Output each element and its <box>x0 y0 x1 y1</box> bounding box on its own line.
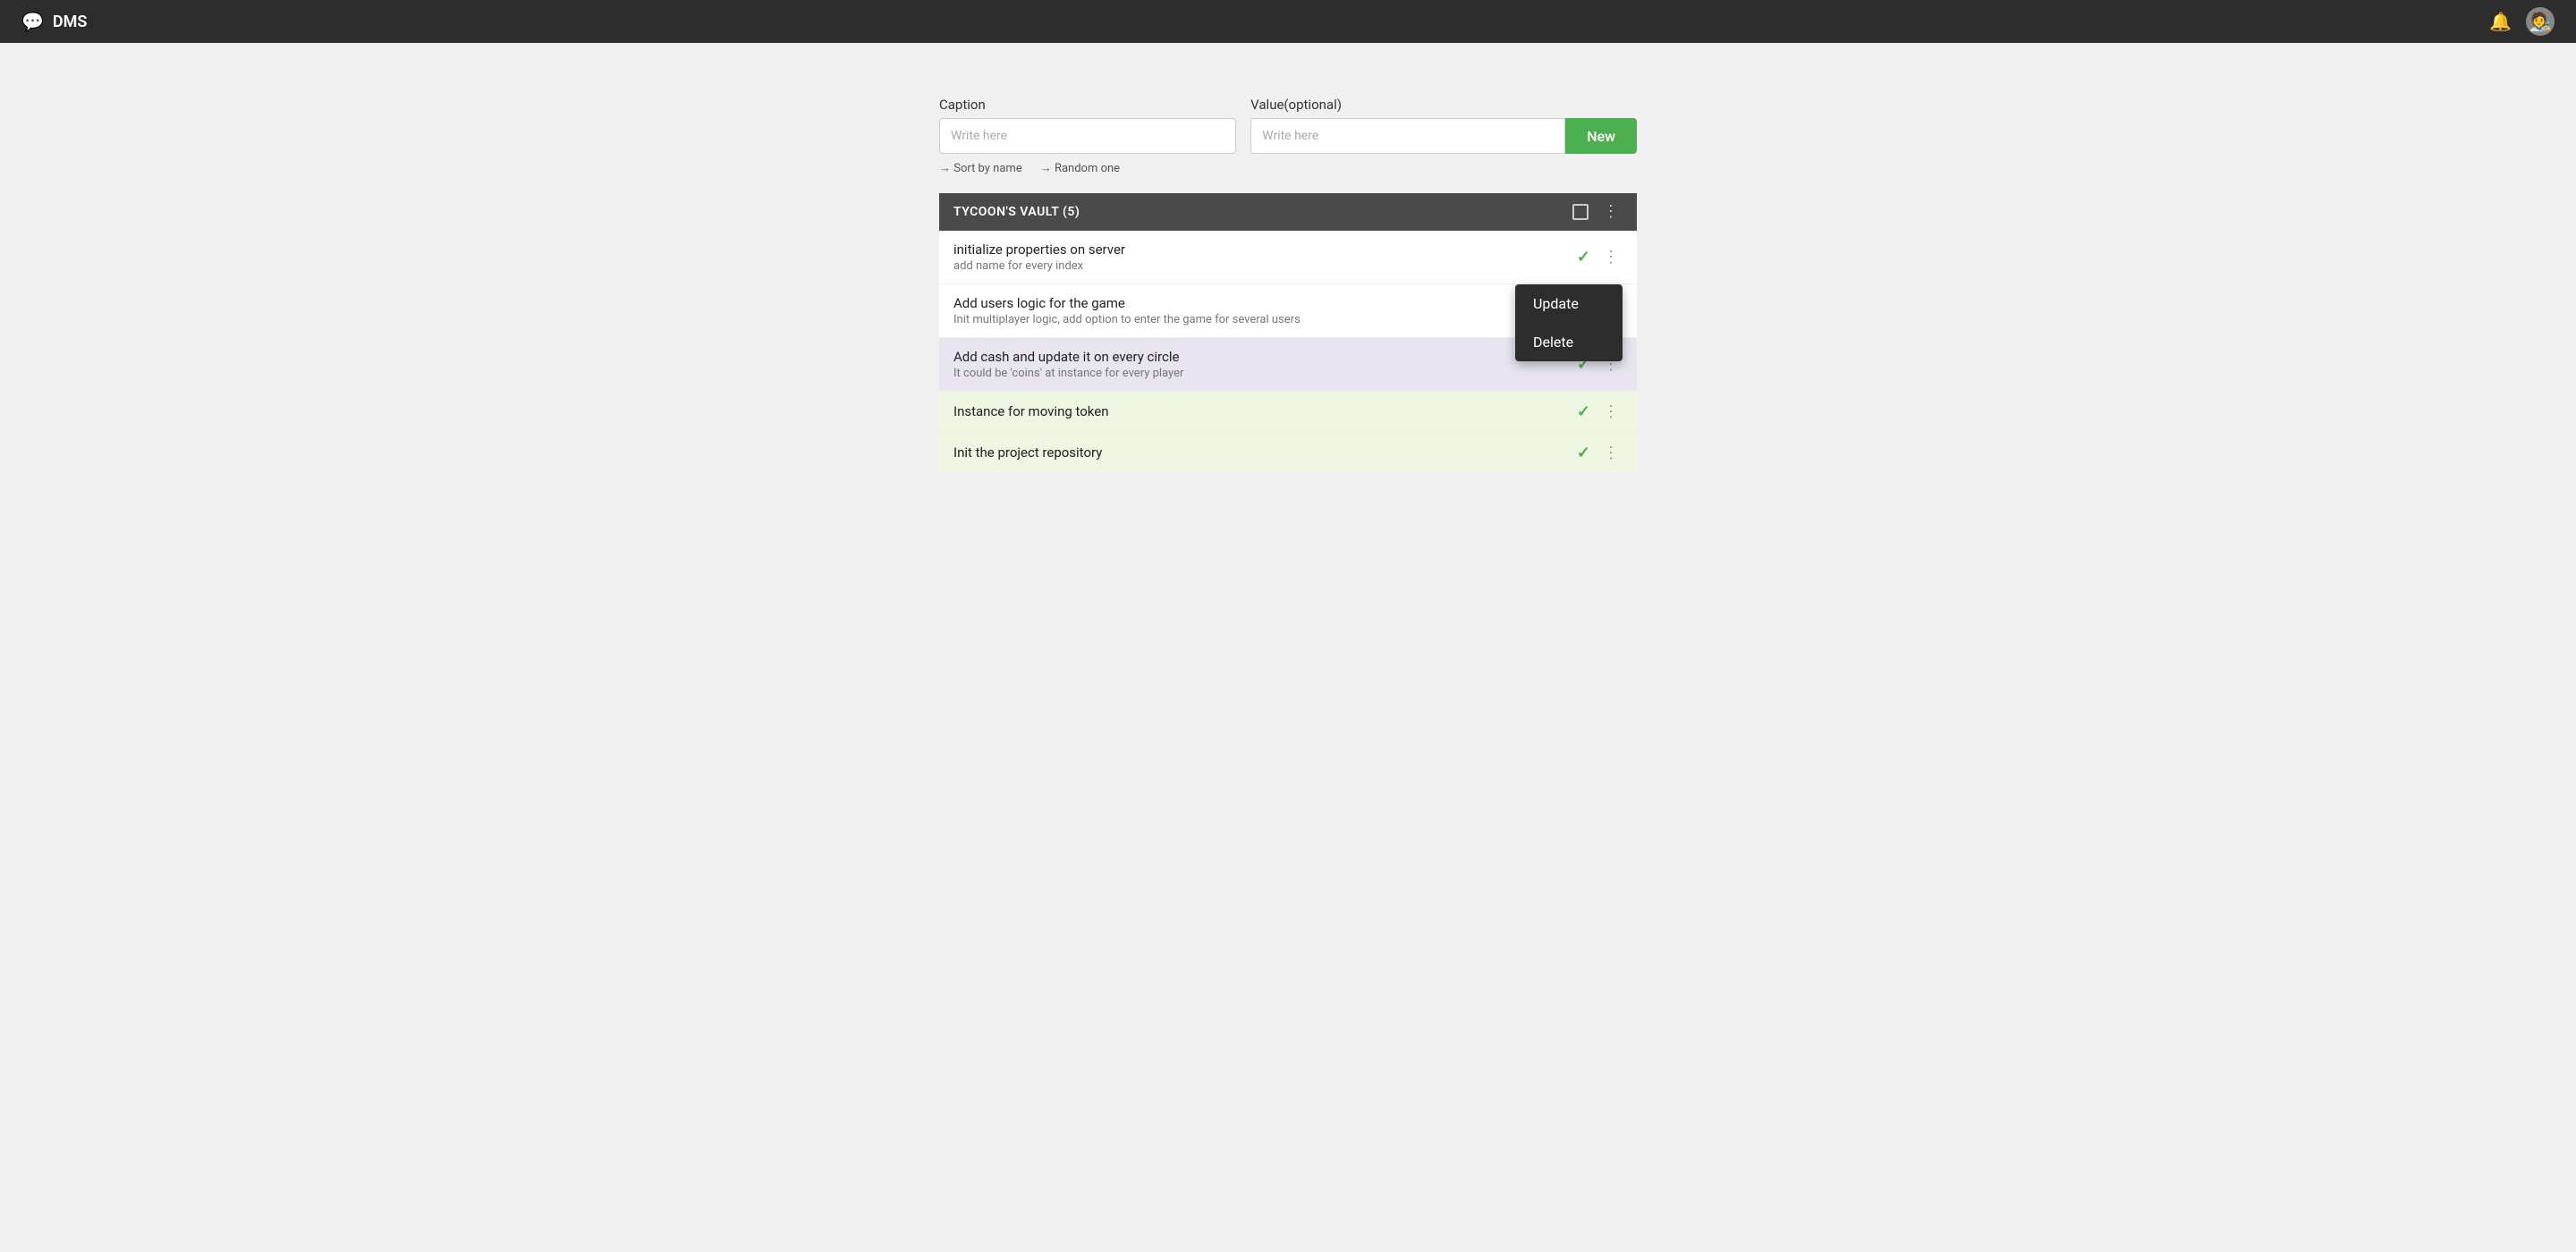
top-nav-right: 🔔 🧑‍🎨 <box>2489 7 2555 36</box>
list-item: Instance for moving token ✓ ⋮ <box>939 392 1637 433</box>
update-menu-item[interactable]: Update <box>1515 284 1623 323</box>
item-more-button[interactable]: ⋮ <box>1599 445 1623 461</box>
list-item-content: Init the project repository <box>953 444 1577 462</box>
item-subtitle: Init multiplayer logic, add option to en… <box>953 313 1599 326</box>
value-input[interactable] <box>1250 118 1565 154</box>
list-header-actions: ⋮ <box>1572 204 1623 220</box>
context-menu: Update Delete <box>1515 284 1623 361</box>
delete-menu-item[interactable]: Delete <box>1515 323 1623 361</box>
list-group: TYCOON'S VAULT (5) ⋮ initialize properti… <box>939 193 1637 473</box>
app-title: DMS <box>53 13 87 31</box>
item-subtitle: add name for every index <box>953 259 1577 273</box>
content-container: Caption Value(optional) New → Sort by na… <box>939 97 1637 473</box>
main-content: Caption Value(optional) New → Sort by na… <box>0 43 2576 473</box>
item-title: initialize properties on server <box>953 241 1577 258</box>
item-actions: ✓ ⋮ <box>1577 444 1623 462</box>
item-actions: ✓ ⋮ <box>1577 402 1623 421</box>
list-title: TYCOON'S VAULT (5) <box>953 205 1080 219</box>
app-brand: 💬 DMS <box>21 11 87 32</box>
item-title: Instance for moving token <box>953 403 1577 419</box>
value-input-row: New <box>1250 118 1637 154</box>
input-form-row: Caption Value(optional) New <box>939 97 1637 154</box>
list-item-content: Add cash and update it on every circle I… <box>953 349 1577 380</box>
check-icon: ✓ <box>1577 444 1590 462</box>
list-item-content: initialize properties on server add name… <box>953 241 1577 273</box>
item-more-button[interactable]: ⋮ <box>1599 250 1623 266</box>
sort-row: → Sort by name → Random one <box>939 161 1637 175</box>
app-icon: 💬 <box>21 11 44 32</box>
list-header: TYCOON'S VAULT (5) ⋮ <box>939 193 1637 231</box>
avatar-image: 🧑‍🎨 <box>2529 11 2552 32</box>
top-navigation: 💬 DMS 🔔 🧑‍🎨 <box>0 0 2576 43</box>
check-icon: ✓ <box>1577 402 1590 421</box>
caption-label: Caption <box>939 97 1236 113</box>
list-item: Add users logic for the game Init multip… <box>939 284 1637 338</box>
list-item-content: Add users logic for the game Init multip… <box>953 295 1599 326</box>
value-group: Value(optional) New <box>1250 97 1637 154</box>
item-subtitle: It could be 'coins' at instance for ever… <box>953 367 1577 380</box>
avatar[interactable]: 🧑‍🎨 <box>2526 7 2555 36</box>
select-all-checkbox[interactable] <box>1572 204 1589 220</box>
caption-group: Caption <box>939 97 1236 154</box>
notification-bell-icon[interactable]: 🔔 <box>2489 11 2512 32</box>
item-title: Add users logic for the game <box>953 295 1599 311</box>
check-icon: ✓ <box>1577 248 1590 266</box>
random-one-link[interactable]: → Random one <box>1040 161 1120 175</box>
list-item: initialize properties on server add name… <box>939 231 1637 284</box>
sort-by-name-link[interactable]: → Sort by name <box>939 161 1022 175</box>
caption-input[interactable] <box>939 118 1236 154</box>
item-title: Add cash and update it on every circle <box>953 349 1577 365</box>
list-item-content: Instance for moving token <box>953 403 1577 421</box>
value-label: Value(optional) <box>1250 97 1637 113</box>
list-item: Init the project repository ✓ ⋮ <box>939 433 1637 473</box>
item-actions: ✓ ⋮ <box>1577 248 1623 266</box>
list-header-more-button[interactable]: ⋮ <box>1599 204 1623 220</box>
item-title: Init the project repository <box>953 444 1577 461</box>
item-more-button[interactable]: ⋮ <box>1599 404 1623 420</box>
new-button[interactable]: New <box>1565 118 1637 154</box>
